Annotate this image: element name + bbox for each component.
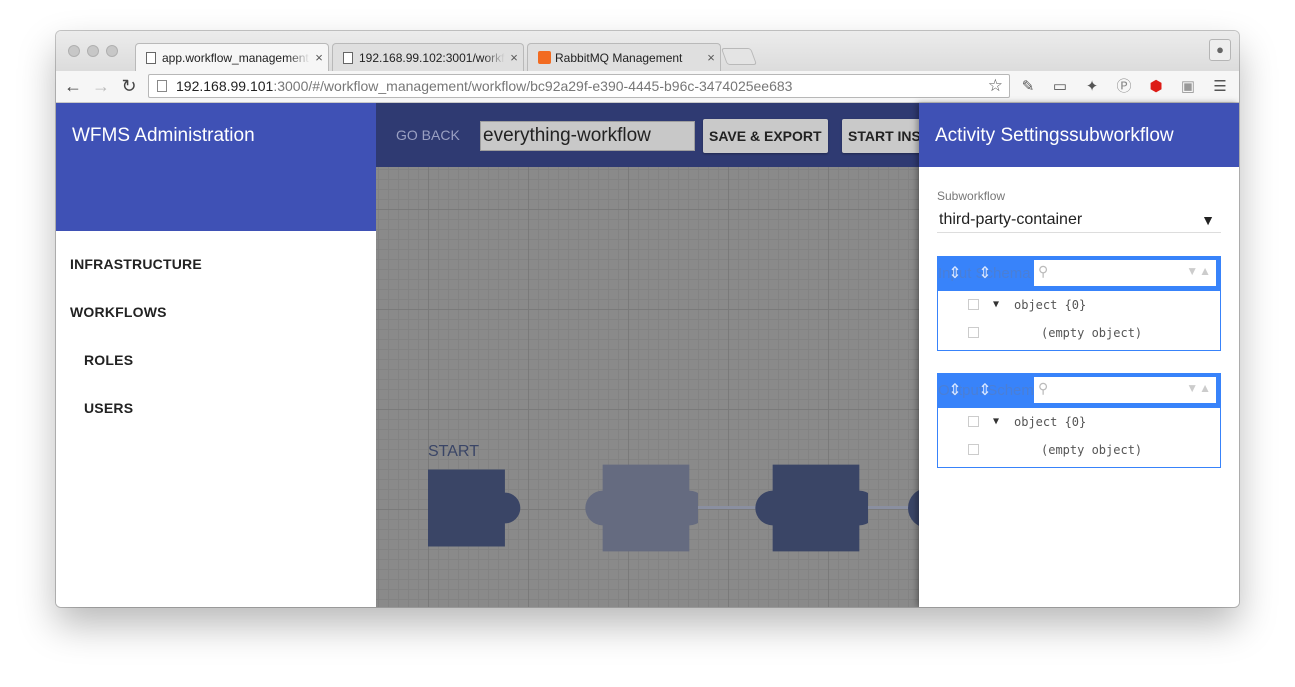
drag-handle-icon[interactable] [968,327,979,338]
collapse-all-icon[interactable]: ⇕ [976,265,994,283]
tab-workflow-management[interactable]: app.workflow_management × [135,43,329,71]
json-editor-menu: Output Schema ⇕ ⇕ ⚲ ▼▲ [938,374,1220,408]
subworkflow-label: Subworkflow [937,189,1006,203]
app-content: WFMS Administration INFRASTRUCTURE WORKF… [56,103,1239,607]
tab-title: app.workflow_management [162,50,309,65]
address-bar[interactable]: 192.168.99.101:3000/#/workflow_managemen… [148,74,1010,98]
drag-handle-icon[interactable] [968,299,979,310]
magic-wand-icon[interactable]: ✦ [1082,77,1102,97]
sidebar: WFMS Administration INFRASTRUCTURE WORKF… [56,103,376,607]
pencil-icon[interactable]: ✎ [1018,77,1038,97]
activity-block-partial[interactable] [908,458,919,558]
editor-toolbar: GO BACK SAVE & EXPORT START INS [376,103,919,167]
json-tree-row[interactable]: (empty object) [938,319,1220,347]
workflow-canvas[interactable]: GO BACK SAVE & EXPORT START INS START [376,103,919,607]
reload-icon[interactable]: ↻ [118,75,140,97]
minimize-window-button[interactable] [87,45,99,57]
back-arrow-icon[interactable]: ← [62,75,84,97]
search-nav-icon[interactable]: ▼▲ [1186,381,1212,395]
json-tree-row[interactable]: ▼ object {0} [938,291,1220,319]
new-tab-button[interactable] [720,48,758,65]
go-back-button[interactable]: GO BACK [396,127,460,143]
app-title: WFMS Administration [72,125,255,146]
search-icon: ⚲ [1038,263,1049,279]
url-path: :3000/#/workflow_management/workflow/bc9… [273,78,793,94]
search-icon: ⚲ [1038,380,1049,396]
workflow-name-input[interactable] [480,121,695,151]
close-window-button[interactable] [68,45,80,57]
sidebar-item-roles[interactable]: ROLES [84,352,133,368]
drag-handle-icon[interactable] [968,444,979,455]
close-tab-icon[interactable]: × [702,50,720,65]
tab-rabbitmq[interactable]: RabbitMQ Management × [527,43,721,71]
close-tab-icon[interactable]: × [505,50,523,65]
title-bar: app.workflow_management × 192.168.99.102… [56,31,1239,71]
expand-all-icon[interactable]: ⇕ [946,382,964,400]
json-search-input[interactable]: ⚲ ▼▲ [1034,260,1216,286]
browser-toolbar: ← → ↻ 192.168.99.101:3000/#/workflow_man… [56,71,1239,103]
zotero-icon[interactable]: Ⓟ [1114,77,1134,97]
tab-title: RabbitMQ Management [555,50,683,65]
menu-icon[interactable]: ☰ [1210,77,1230,97]
json-root-node: object {0} [1014,298,1087,312]
expand-toggle-icon[interactable]: ▼ [993,408,999,436]
angular-icon[interactable]: ⬢ [1146,77,1166,97]
url-host: 192.168.99.101 [176,78,274,94]
json-tree-row[interactable]: ▼ object {0} [938,408,1220,436]
sidebar-item-infrastructure[interactable]: INFRASTRUCTURE [70,256,202,272]
profile-icon[interactable]: ● [1209,39,1231,61]
bookmark-star-icon[interactable]: ☆ [988,75,1003,97]
collapse-all-icon[interactable]: ⇕ [976,382,994,400]
expand-all-icon[interactable]: ⇕ [946,265,964,283]
subworkflow-activity-block[interactable] [568,458,698,558]
activity-settings-panel: Activity Settingssubworkflow Subworkflow… [919,103,1239,607]
expand-toggle-icon[interactable]: ▼ [993,291,999,319]
sidebar-item-workflows[interactable]: WORKFLOWS [70,304,167,320]
start-instance-button[interactable]: START INS [842,119,919,153]
output-schema-editor[interactable]: Output Schema ⇕ ⇕ ⚲ ▼▲ ▼ object {0} (emp… [937,373,1221,468]
json-child-node: (empty object) [1041,326,1143,340]
close-tab-icon[interactable]: × [310,50,328,65]
tab-workflow-3001[interactable]: 192.168.99.102:3001/workflow × [332,43,524,71]
forward-arrow-icon[interactable]: → [90,75,112,97]
json-root-node: object {0} [1014,415,1087,429]
json-child-node: (empty object) [1041,443,1143,457]
dropdown-arrow-icon: ▼ [1201,212,1215,228]
page-icon [157,80,167,92]
extension-icon[interactable]: ▣ [1178,77,1198,97]
json-tree-row[interactable]: (empty object) [938,436,1220,464]
subworkflow-select[interactable]: third-party-container ▼ [937,207,1221,233]
tab-title: 192.168.99.102:3001/workflow [359,50,505,65]
document-icon[interactable]: ▭ [1050,77,1070,97]
page-icon [343,51,353,64]
zoom-window-button[interactable] [106,45,118,57]
drag-handle-icon[interactable] [968,416,979,427]
save-export-button[interactable]: SAVE & EXPORT [703,119,828,153]
browser-window: app.workflow_management × 192.168.99.102… [56,31,1239,607]
activity-block[interactable] [738,458,868,558]
settings-header: Activity Settingssubworkflow [919,103,1239,167]
json-editor-menu: Input Schema ⇕ ⇕ ⚲ ▼▲ [938,257,1220,291]
input-schema-editor[interactable]: Input Schema ⇕ ⇕ ⚲ ▼▲ ▼ object {0} (empt… [937,256,1221,351]
start-activity-block[interactable] [428,458,528,558]
json-search-input[interactable]: ⚲ ▼▲ [1034,377,1216,403]
search-nav-icon[interactable]: ▼▲ [1186,264,1212,278]
settings-title: Activity Settingssubworkflow [935,125,1174,146]
rabbitmq-icon [538,51,551,64]
sidebar-header: WFMS Administration [56,103,376,231]
sidebar-item-users[interactable]: USERS [84,400,133,416]
page-icon [146,51,156,64]
subworkflow-value: third-party-container [939,211,1083,228]
